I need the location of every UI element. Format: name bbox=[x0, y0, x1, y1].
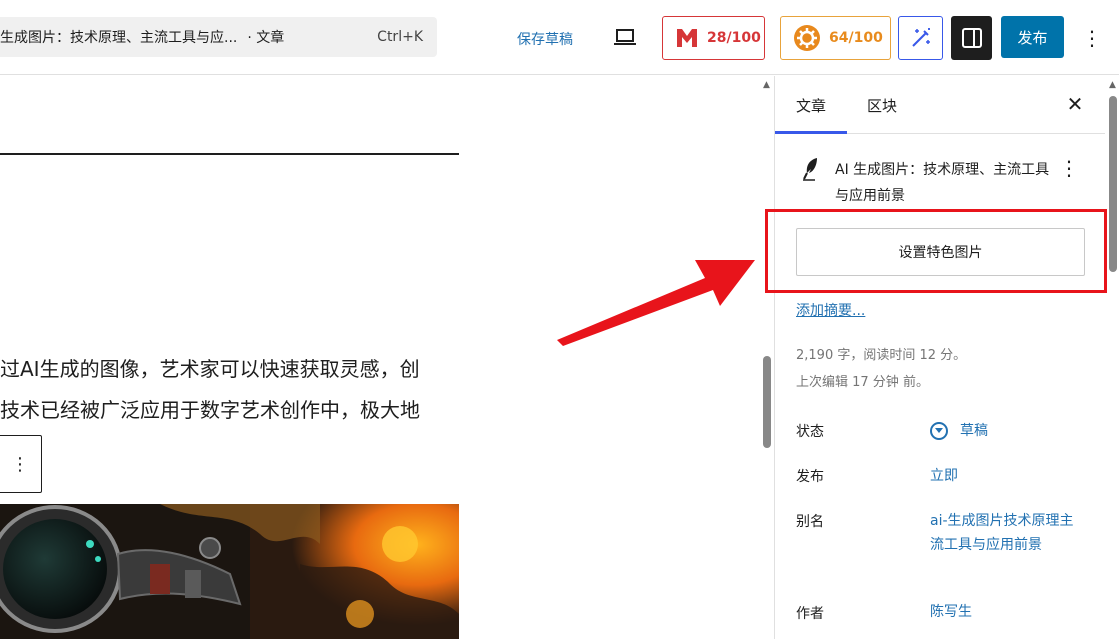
add-excerpt-link[interactable]: 添加摘要... bbox=[796, 300, 865, 320]
options-more-icon[interactable]: ⋮ bbox=[1078, 22, 1106, 54]
ai-assistant-button[interactable] bbox=[898, 16, 943, 60]
sidebar-tabs: 文章 区块 ✕ bbox=[775, 76, 1105, 134]
generated-image-block[interactable] bbox=[0, 504, 459, 639]
sidebar-scrollbar[interactable]: ▲ bbox=[1105, 76, 1119, 639]
editor-screen: 生成图片：技术原理、主流工具与应... · 文章 Ctrl+K 保存草稿 28/… bbox=[0, 0, 1119, 639]
annotation-arrow bbox=[557, 260, 755, 346]
tab-block[interactable]: 区块 bbox=[867, 95, 897, 116]
settings-sidebar-toggle[interactable] bbox=[951, 16, 992, 60]
slug-value-button[interactable]: ai-生成图片技术原理主流工具与应用前景 bbox=[930, 509, 1080, 557]
publish-label: 发布 bbox=[796, 469, 824, 485]
command-bar-post-type: · 文章 bbox=[247, 30, 285, 46]
publish-date-button[interactable]: 立即 bbox=[930, 464, 958, 488]
save-draft-button[interactable]: 保存草稿 bbox=[517, 29, 573, 49]
magic-wand-icon bbox=[911, 28, 930, 47]
seo-score-button[interactable]: 28/100 bbox=[662, 16, 765, 60]
paragraph-line[interactable]: 过AI生成的图像，艺术家可以快速获取灵感，创 bbox=[0, 357, 459, 381]
seo-logo-icon bbox=[675, 27, 699, 49]
sidebar-panel-icon bbox=[961, 28, 982, 48]
scroll-up-icon[interactable]: ▲ bbox=[763, 80, 770, 90]
sidebar-scroll-thumb[interactable] bbox=[1109, 96, 1117, 272]
publish-button[interactable]: 发布 bbox=[1001, 16, 1064, 58]
readability-gear-icon bbox=[793, 24, 821, 52]
status-value-button[interactable]: 草稿 bbox=[930, 419, 988, 443]
active-tab-indicator bbox=[775, 131, 847, 134]
author-label: 作者 bbox=[796, 606, 824, 622]
status-value: 草稿 bbox=[960, 423, 988, 439]
editor-header: 生成图片：技术原理、主流工具与应... · 文章 Ctrl+K 保存草稿 28/… bbox=[0, 0, 1119, 75]
paragraph-line[interactable]: 技术已经被广泛应用于数字艺术创作中，极大地 bbox=[0, 398, 459, 422]
seo-score-value: 28/100 bbox=[707, 30, 761, 46]
astronaut-image bbox=[0, 504, 459, 639]
draft-status-icon bbox=[930, 422, 948, 440]
laptop-icon bbox=[614, 29, 636, 45]
editor-scrollbar[interactable]: ▲ bbox=[760, 76, 774, 639]
post-actions-more-icon[interactable]: ⋮ bbox=[1059, 154, 1079, 182]
annotation-highlight-box bbox=[765, 209, 1107, 293]
slug-label: 别名 bbox=[796, 514, 824, 530]
settings-sidebar: 文章 区块 ✕ AI 生成图片：技术原理、主流工具与应用前景 ⋮ 设置特色图片 … bbox=[765, 76, 1119, 639]
word-count-text: 2,190 字，阅读时间 12 分。 bbox=[796, 348, 967, 363]
block-options-icon[interactable]: ⋮ bbox=[0, 435, 42, 493]
command-bar-shortcut: Ctrl+K bbox=[377, 29, 423, 45]
readability-score-value: 64/100 bbox=[829, 30, 883, 46]
editor-canvas[interactable]: 过AI生成的图像，艺术家可以快速获取灵感，创 技术已经被广泛应用于数字艺术创作中… bbox=[0, 76, 760, 639]
preview-button[interactable] bbox=[612, 25, 638, 49]
command-bar[interactable]: 生成图片：技术原理、主流工具与应... · 文章 Ctrl+K bbox=[0, 17, 437, 57]
command-bar-title: 生成图片：技术原理、主流工具与应... bbox=[0, 30, 238, 46]
scroll-up-icon[interactable]: ▲ bbox=[1109, 80, 1116, 90]
close-icon[interactable]: ✕ bbox=[1063, 90, 1087, 118]
tab-article[interactable]: 文章 bbox=[796, 95, 826, 116]
last-edited-text: 上次编辑 17 分钟 前。 bbox=[796, 375, 929, 390]
post-title-summary: AI 生成图片：技术原理、主流工具与应用前景 bbox=[835, 162, 1050, 204]
status-label: 状态 bbox=[796, 424, 824, 440]
readability-score-button[interactable]: 64/100 bbox=[780, 16, 891, 60]
separator-block[interactable] bbox=[0, 153, 459, 155]
author-value-button[interactable]: 陈写生 bbox=[930, 600, 972, 624]
editor-scroll-thumb[interactable] bbox=[763, 356, 771, 448]
feather-icon bbox=[801, 156, 821, 182]
